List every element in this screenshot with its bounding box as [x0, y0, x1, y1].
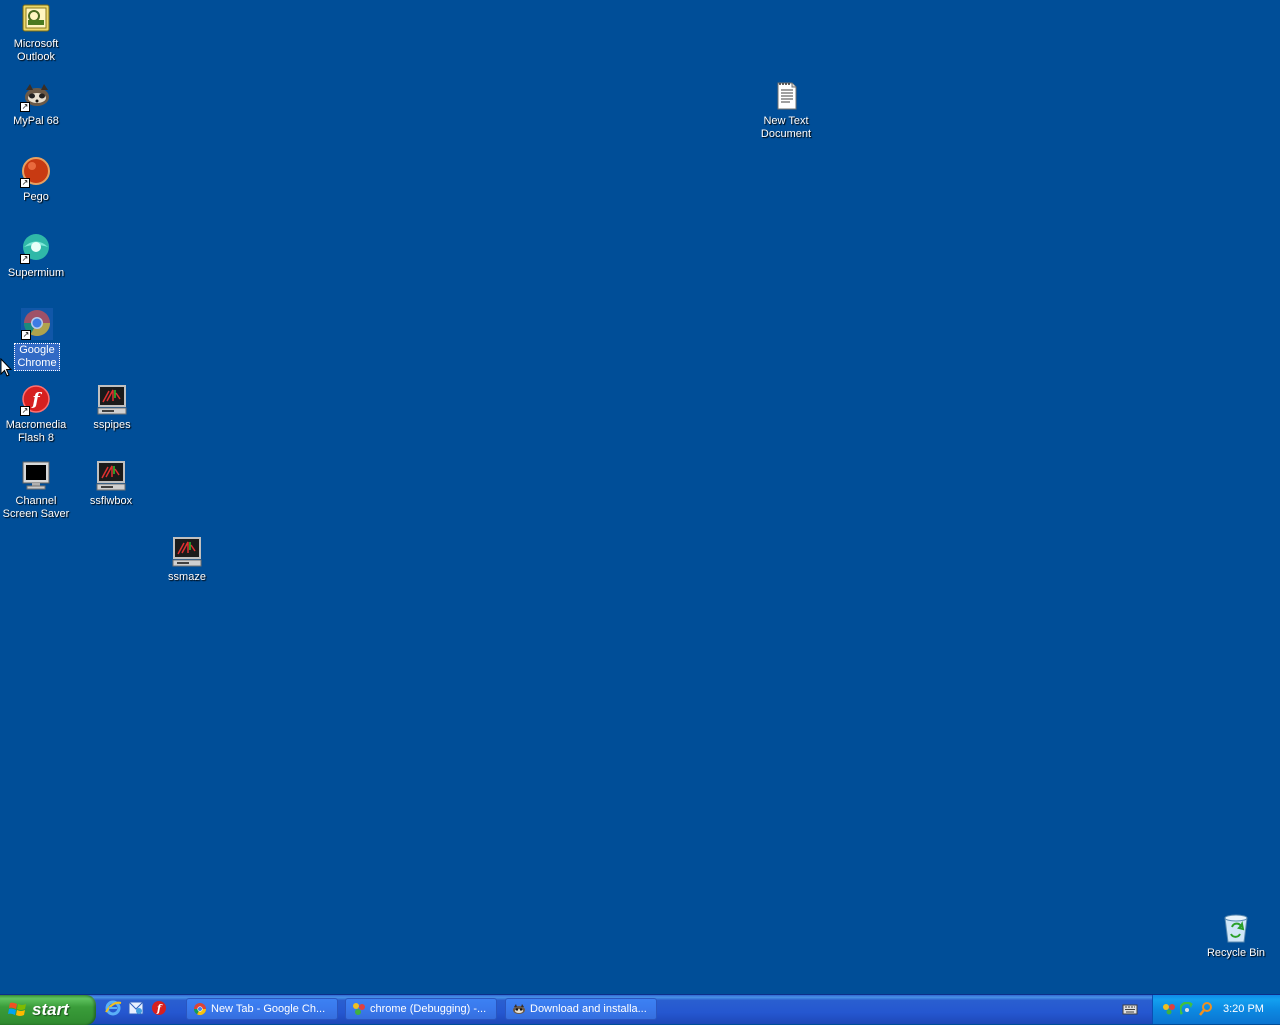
- taskbar-button-download-and-installation[interactable]: Download and installa...: [505, 998, 657, 1020]
- mouse-cursor-icon: [0, 358, 12, 377]
- desktop-icon-supermium[interactable]: ↗ Supermium: [0, 232, 74, 280]
- desktop-icon-label: sspipes: [93, 419, 131, 431]
- monitor-icon: [20, 460, 52, 492]
- screensaver-icon: [95, 460, 127, 492]
- chrome-icon: ↗: [21, 308, 53, 340]
- screensaver-icon: [96, 384, 128, 416]
- debugger-icon: [352, 1002, 366, 1016]
- desktop-icon-label: Pego: [23, 191, 49, 203]
- supermium-icon: ↗: [20, 232, 52, 264]
- desktop[interactable]: Microsoft Outlook ↗ MyPal 68 ↗ Pego ↗ Su…: [0, 0, 1280, 994]
- desktop-icon-microsoft-outlook[interactable]: Microsoft Outlook: [0, 3, 74, 64]
- desktop-icon-pego[interactable]: ↗ Pego: [0, 156, 74, 204]
- desktop-icon-label: ssflwbox: [89, 495, 133, 507]
- network-tray-icon[interactable]: [1180, 1002, 1194, 1016]
- desktop-icon-label: Google Chrome: [14, 343, 60, 371]
- pego-icon: ↗: [20, 156, 52, 188]
- system-tray: 3:20 PM: [1152, 995, 1280, 1024]
- desktop-icon-label: Channel Screen Saver: [2, 495, 70, 520]
- desktop-icon-label: New Text Document: [760, 115, 812, 140]
- butterfly-tray-icon[interactable]: [1162, 1002, 1176, 1016]
- taskbar-button-chrome-debugging[interactable]: chrome (Debugging) -...: [345, 998, 497, 1020]
- outlook-express-icon[interactable]: [127, 999, 145, 1017]
- desktop-icon-label: Macromedia Flash 8: [5, 419, 67, 444]
- mypal-icon: ↗: [20, 80, 52, 112]
- taskbar-button-new-tab-google-chrome[interactable]: New Tab - Google Ch...: [186, 998, 338, 1020]
- taskbar-button-label: New Tab - Google Ch...: [211, 1003, 326, 1015]
- desktop-icon-macromedia-flash-8[interactable]: f ↗ Macromedia Flash 8: [0, 384, 74, 445]
- taskbar: start f New Tab - Google Ch... chrome (D…: [0, 994, 1280, 1025]
- desktop-icon-ssmaze[interactable]: ssmaze: [149, 536, 225, 584]
- internet-explorer-icon[interactable]: [104, 999, 122, 1017]
- taskbar-button-label: Download and installa...: [530, 1003, 647, 1015]
- chrome-icon: [193, 1002, 207, 1016]
- keyboard-language-icon[interactable]: [1122, 1002, 1138, 1016]
- taskbar-button-label: chrome (Debugging) -...: [370, 1003, 487, 1015]
- desktop-icon-new-text-document[interactable]: New Text Document: [748, 80, 824, 141]
- text-document-icon: [770, 80, 802, 112]
- quick-launch: f: [104, 999, 168, 1017]
- mypal-icon: [512, 1002, 526, 1016]
- desktop-icon-channel-screen-saver[interactable]: Channel Screen Saver: [0, 460, 74, 521]
- search-tray-icon[interactable]: [1199, 1002, 1213, 1016]
- start-button[interactable]: start: [0, 995, 96, 1025]
- recycle-bin-icon: [1220, 912, 1252, 944]
- desktop-icon-recycle-bin[interactable]: Recycle Bin: [1198, 912, 1274, 960]
- desktop-icon-label: Microsoft Outlook: [13, 38, 59, 63]
- desktop-icon-sspipes[interactable]: sspipes: [74, 384, 150, 432]
- start-label: start: [32, 1000, 69, 1019]
- outlook-icon: [20, 3, 52, 35]
- desktop-icon-label: Recycle Bin: [1206, 947, 1266, 959]
- desktop-icon-label: MyPal 68: [13, 115, 59, 127]
- desktop-icon-ssflwbox[interactable]: ssflwbox: [73, 460, 149, 508]
- desktop-icon-label: Supermium: [7, 267, 65, 279]
- screensaver-icon: [171, 536, 203, 568]
- desktop-icon-label: ssmaze: [168, 571, 206, 583]
- desktop-icon-mypal-68[interactable]: ↗ MyPal 68: [0, 80, 74, 128]
- clock[interactable]: 3:20 PM: [1223, 1003, 1264, 1015]
- flash-icon: f ↗: [20, 384, 52, 416]
- windows-logo-icon: [8, 1002, 26, 1016]
- flash-icon[interactable]: f: [150, 999, 168, 1017]
